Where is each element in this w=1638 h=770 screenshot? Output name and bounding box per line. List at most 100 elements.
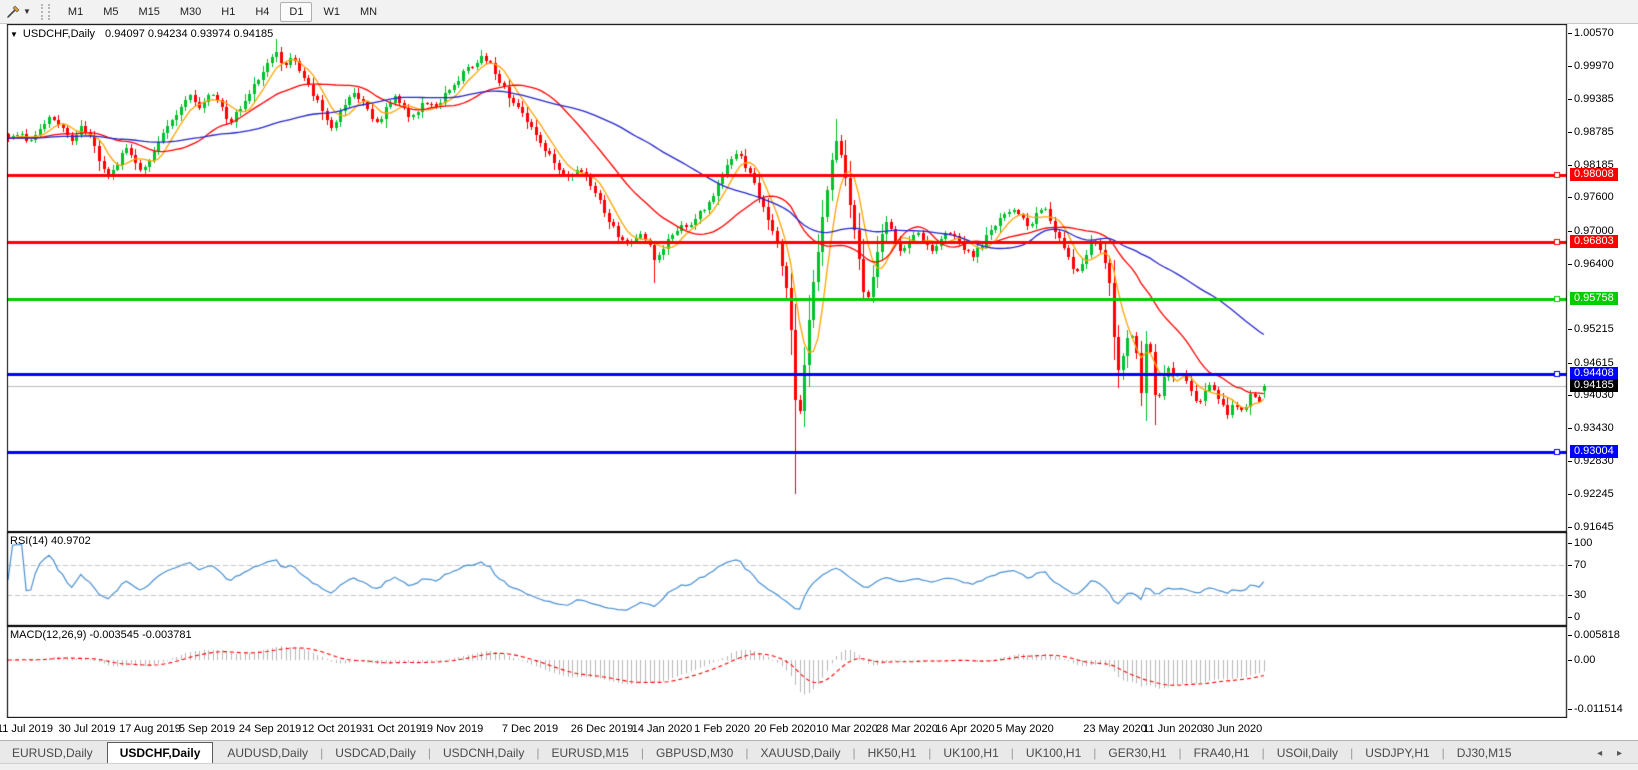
- time-axis-label: 19 Nov 2019: [420, 723, 484, 735]
- time-axis-label: 17 Aug 2019: [119, 723, 181, 735]
- crosshair-tool-glyph: [7, 5, 20, 18]
- tabs-scroll-arrows-icon[interactable]: ◂ ▸: [1597, 748, 1628, 764]
- toolbar: ▼ M1 M5 M15 M30 H1 H4 D1 W1 MN: [0, 0, 1638, 24]
- timeframe-button-h4[interactable]: H4: [246, 2, 278, 22]
- rsi-canvas[interactable]: [0, 532, 1568, 626]
- rsi-tick-100: 100: [1574, 537, 1593, 549]
- time-axis-label: 16 Apr 2020: [935, 723, 995, 735]
- price-axis: 1.00570 0.99970 0.99385 0.98785 0.98185 0.976…: [1568, 24, 1638, 533]
- time-axis[interactable]: 11 Jul 2019 30 Jul 2019 17 Aug 2019 5 Sep 2…: [0, 718, 1568, 740]
- price-tick-0.99385-dash: [1568, 99, 1572, 100]
- macd-pane: MACD(12,26,9) -0.003545 -0.003781 0.0058…: [0, 626, 1638, 718]
- ohlc-values: 0.94097 0.94234 0.93974 0.94185: [105, 28, 274, 40]
- price-chart-canvas[interactable]: [0, 24, 1568, 532]
- timeframe-button-mn[interactable]: MN: [351, 2, 386, 22]
- timeframe-button-h1[interactable]: H1: [212, 2, 244, 22]
- price-tick-0.96400: 0.96400: [1574, 258, 1614, 270]
- toolbar-grip[interactable]: [40, 3, 50, 20]
- price-pane: ▼ USDCHF,Daily 0.94097 0.94234 0.93974 0.9…: [0, 24, 1638, 533]
- timeframe-button-m5[interactable]: M5: [94, 2, 127, 22]
- chart-tab-bar: EURUSD,Daily USDCHF,Daily AUDUSD,Daily | USD…: [0, 740, 1638, 764]
- hline-price-label-0.96803: 0.96803: [1570, 235, 1618, 248]
- chart-tab-audusd-daily[interactable]: AUDUSD,Daily: [215, 743, 320, 764]
- price-tick-0.95215: 0.95215: [1574, 323, 1614, 335]
- time-axis-label: 23 May 2020: [1083, 723, 1147, 735]
- chart-tab-uk100-h1[interactable]: UK100,H1: [931, 743, 1010, 764]
- crosshair-tool-icon[interactable]: [4, 4, 22, 20]
- chart-tab-usoil-daily[interactable]: USOil,Daily: [1265, 743, 1350, 764]
- current-price-label: 0.94185: [1570, 379, 1618, 392]
- timeframe-button-m30[interactable]: M30: [171, 2, 210, 22]
- timeframe-button-w1[interactable]: W1: [314, 2, 349, 22]
- macd-tick-0.005818-dash: [1568, 635, 1572, 636]
- time-axis-label: 28 Mar 2020: [876, 723, 938, 735]
- tool-dropdown-arrow-icon[interactable]: ▼: [23, 7, 31, 16]
- chart-tab-eurusd-daily[interactable]: EURUSD,Daily: [0, 743, 105, 764]
- time-axis-label: 26 Dec 2019: [570, 723, 634, 735]
- time-axis-label: 11 Jun 2020: [1143, 723, 1203, 735]
- time-axis-label: 12 Oct 2019: [302, 723, 362, 735]
- macd-axis: 0.005818 0.00 -0.011514: [1568, 626, 1638, 718]
- timeframe-button-d1[interactable]: D1: [280, 1, 313, 22]
- price-tick-1.00570-dash: [1568, 33, 1572, 34]
- macd-canvas[interactable]: [0, 626, 1568, 718]
- macd-tick-0.00: 0.00: [1574, 654, 1596, 666]
- price-tick-0.97600: 0.97600: [1574, 191, 1614, 203]
- price-tick-0.99970: 0.99970: [1574, 60, 1614, 72]
- chart-tab-usdcnh-daily[interactable]: USDCNH,Daily: [431, 743, 536, 764]
- timeframe-toolbar: M1 M5 M15 M30 H1 H4 D1 W1 MN: [58, 1, 387, 22]
- chart-tab-dj30-m15[interactable]: DJ30,M15: [1445, 743, 1524, 764]
- price-tick-0.97000-dash: [1568, 231, 1572, 232]
- price-tick-0.92245: 0.92245: [1574, 488, 1614, 500]
- chart-tab-usdcad-daily[interactable]: USDCAD,Daily: [323, 743, 428, 764]
- time-axis-label: 14 Jan 2020: [631, 723, 693, 735]
- status-bar: [0, 763, 1638, 770]
- price-tick-0.96400-dash: [1568, 264, 1572, 265]
- collapse-triangle-icon[interactable]: ▼: [10, 30, 18, 39]
- macd-tick--0.011514: -0.011514: [1574, 703, 1623, 715]
- time-axis-label: 7 Dec 2019: [501, 723, 559, 735]
- macd-tick--0.011514-dash: [1568, 709, 1572, 710]
- price-tick-0.92245-dash: [1568, 494, 1572, 495]
- macd-tick-0.005818: 0.005818: [1574, 629, 1620, 641]
- hline-price-label-0.98008: 0.98008: [1570, 168, 1618, 181]
- chart-tab-hk50-h1[interactable]: HK50,H1: [856, 743, 929, 764]
- price-tick-0.98785-dash: [1568, 132, 1572, 133]
- chart-tab-ger30-h1[interactable]: GER30,H1: [1096, 743, 1178, 764]
- chart-tab-uk100-h1[interactable]: UK100,H1: [1014, 743, 1093, 764]
- price-tick-0.99970-dash: [1568, 66, 1572, 67]
- chart-tab-gbpusd-m30[interactable]: GBPUSD,M30: [644, 743, 745, 764]
- time-axis-label: 10 Mar 2020: [816, 723, 878, 735]
- rsi-tick-30-dash: [1568, 595, 1572, 596]
- chart-tab-fra40-h1[interactable]: FRA40,H1: [1182, 743, 1262, 764]
- time-axis-label: 30 Jun 2020: [1201, 723, 1263, 735]
- time-axis-label: 20 Feb 2020: [754, 723, 816, 735]
- price-tick-0.91645-dash: [1568, 527, 1572, 528]
- rsi-tick-100-dash: [1568, 543, 1572, 544]
- time-axis-label: 11 Jul 2019: [0, 723, 54, 735]
- price-tick-0.98185-dash: [1568, 165, 1572, 166]
- chart-window: ▼ USDCHF,Daily 0.94097 0.94234 0.93974 0.9…: [0, 24, 1638, 740]
- timeframe-button-m15[interactable]: M15: [129, 2, 168, 22]
- hline-price-label-0.95758: 0.95758: [1570, 292, 1618, 305]
- chart-tab-usdjpy-h1[interactable]: USDJPY,H1: [1353, 743, 1441, 764]
- time-axis-label: 5 May 2020: [996, 723, 1054, 735]
- rsi-tick-0-dash: [1568, 617, 1572, 618]
- time-axis-label: 5 Sep 2019: [178, 723, 236, 735]
- price-tick-0.93430: 0.93430: [1574, 422, 1614, 434]
- rsi-tick-70: 70: [1574, 559, 1587, 571]
- price-tick-0.95215-dash: [1568, 329, 1572, 330]
- rsi-axis: 100 70 30 0: [1568, 532, 1638, 626]
- price-tick-0.94030-dash: [1568, 395, 1572, 396]
- chart-tab-usdchf-daily[interactable]: USDCHF,Daily: [106, 742, 214, 764]
- rsi-tick-0: 0: [1574, 611, 1581, 623]
- macd-tick-0.00-dash: [1568, 660, 1572, 661]
- chart-tab-eurusd-m15[interactable]: EURUSD,M15: [539, 743, 640, 764]
- mt4-window: ▼ M1 M5 M15 M30 H1 H4 D1 W1 MN ▼ USDCHF,Daily 0.94…: [0, 0, 1638, 770]
- price-tick-0.94615-dash: [1568, 363, 1572, 364]
- chart-tab-xauusd-daily[interactable]: XAUUSD,Daily: [748, 743, 852, 764]
- timeframe-button-m1[interactable]: M1: [59, 2, 92, 22]
- rsi-pane: RSI(14) 40.9702 100 70 30 0: [0, 532, 1638, 626]
- symbol-period-label: USDCHF,Daily: [22, 28, 96, 40]
- price-tick-0.97600-dash: [1568, 197, 1572, 198]
